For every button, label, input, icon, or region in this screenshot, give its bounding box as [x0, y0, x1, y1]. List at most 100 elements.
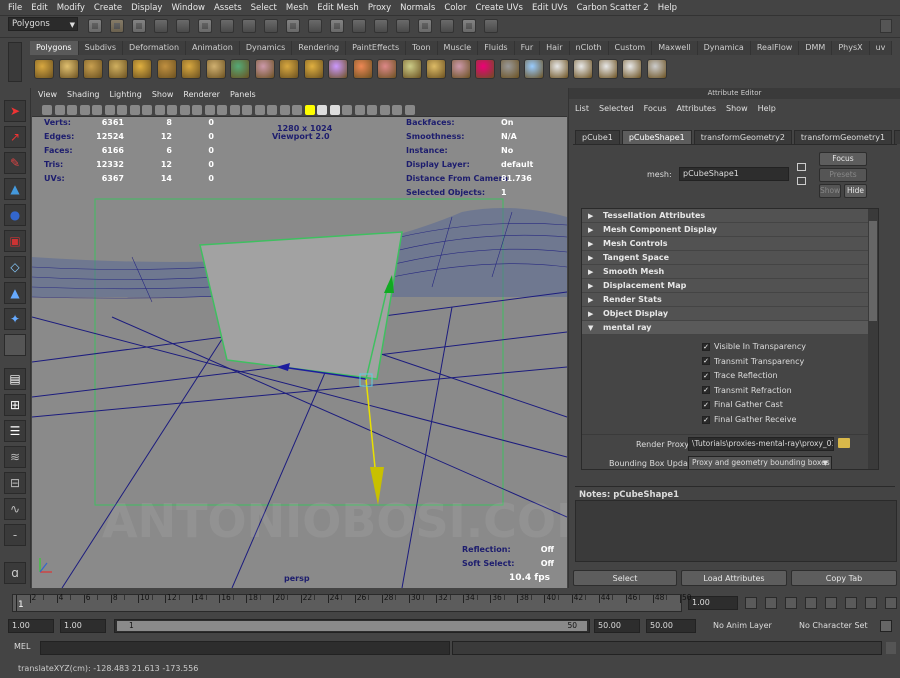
script-editor-icon[interactable]	[886, 642, 896, 654]
menu-edit[interactable]: Edit	[31, 3, 47, 13]
viewport-toolbar-icon[interactable]	[79, 105, 90, 115]
section-mesh-controls[interactable]: ▶ Mesh Controls	[582, 237, 878, 251]
viewport-toolbar-icon[interactable]	[292, 105, 302, 115]
menu-carbon-scatter-2[interactable]: Carbon Scatter 2	[577, 3, 649, 13]
viewport-menu-shading[interactable]: Shading	[67, 90, 100, 103]
viewport-toolbar-icon[interactable]	[392, 105, 402, 115]
shelf-tab-custom[interactable]: Custom	[608, 41, 653, 55]
shelf-tool-icon[interactable]	[524, 59, 544, 79]
render-proxy-field[interactable]: \Tutorials\proxies-mental-ray\proxy_01.m…	[688, 437, 834, 451]
anim-start-field[interactable]: 1.00	[8, 619, 54, 633]
menu-select[interactable]: Select	[251, 3, 277, 13]
go-to-input-icon[interactable]	[797, 163, 806, 171]
section-render-stats[interactable]: ▶ Render Stats	[582, 293, 878, 307]
status-tool-icon[interactable]	[176, 19, 190, 33]
viewport-toolbar-icon[interactable]	[329, 105, 340, 115]
viewport-menu-show[interactable]: Show	[152, 90, 174, 103]
menu-proxy[interactable]: Proxy	[368, 3, 391, 13]
shelf-tool-icon[interactable]	[401, 59, 422, 79]
viewport-toolbar-icon[interactable]	[104, 105, 115, 115]
viewport-toolbar-icon[interactable]	[117, 105, 127, 115]
shelf-tool-icon[interactable]	[205, 59, 226, 79]
menu-file[interactable]: File	[8, 3, 22, 13]
presets-button[interactable]: Presets	[819, 168, 867, 182]
shelf-tool-icon[interactable]	[450, 59, 471, 79]
shelf-tool-icon[interactable]	[622, 59, 642, 79]
shelf-tab-fur[interactable]: Fur	[514, 41, 541, 55]
menu-assets[interactable]: Assets	[214, 3, 242, 13]
shelf-tab-painteffects[interactable]: PaintEffects	[346, 41, 407, 55]
menu-color[interactable]: Color	[444, 3, 466, 13]
rotate-tool-icon[interactable]: ●	[4, 204, 26, 226]
viewport-toolbar-icon[interactable]	[279, 105, 290, 115]
menu-window[interactable]: Window	[171, 3, 205, 13]
shelf-tab-realflow[interactable]: RealFlow	[750, 41, 800, 55]
shelf-tool-icon[interactable]	[181, 59, 201, 79]
viewport-menu-panels[interactable]: Panels	[230, 90, 256, 103]
playback-end-field[interactable]: 50.00	[594, 619, 640, 633]
anim-end-field[interactable]: 50.00	[646, 619, 696, 633]
shelf-tool-icon[interactable]	[475, 59, 495, 79]
viewport-toolbar-icon[interactable]	[379, 105, 390, 115]
viewport-toolbar-icon[interactable]	[154, 105, 165, 115]
shelf-menu-button[interactable]	[8, 42, 22, 82]
shelf-tab-maxwell[interactable]: Maxwell	[652, 41, 698, 55]
shelf-tool-icon[interactable]	[279, 59, 299, 79]
section-object-display[interactable]: ▶ Object Display	[582, 307, 878, 321]
notes-field[interactable]	[575, 500, 897, 562]
viewport-toolbar-icon[interactable]	[42, 105, 52, 115]
preferences-icon[interactable]	[880, 620, 892, 632]
step-back-key-icon[interactable]	[765, 597, 777, 609]
show-button[interactable]: Show	[819, 184, 841, 198]
checkbox-checked-icon[interactable]: ✓	[702, 415, 710, 424]
shelf-tab-dmm[interactable]: DMM	[799, 41, 833, 55]
sections-scroll-thumb[interactable]	[869, 221, 877, 321]
single-pane-layout-icon[interactable]: ▤	[4, 368, 26, 390]
command-input[interactable]	[40, 641, 450, 655]
shelf-tab-physx[interactable]: PhysX	[832, 41, 870, 55]
go-to-output-icon[interactable]	[797, 177, 806, 185]
viewport-toolbar-icon[interactable]	[267, 105, 277, 115]
shelf-tab-deformation[interactable]: Deformation	[123, 41, 187, 55]
ae-tab-pcube1[interactable]: pCube1	[575, 130, 620, 144]
ae-menu-list[interactable]: List	[575, 104, 589, 113]
ae-menu-selected[interactable]: Selected	[599, 104, 634, 113]
manipulator-icon[interactable]: ◇	[4, 256, 26, 278]
viewport-menu-view[interactable]: View	[38, 90, 57, 103]
status-tool-icon[interactable]	[220, 19, 234, 33]
viewport-toolbar-icon[interactable]	[254, 105, 265, 115]
current-time-field[interactable]: 1.00	[688, 596, 738, 610]
ae-menu-help[interactable]: Help	[758, 104, 776, 113]
viewport-toolbar-icon[interactable]	[317, 105, 327, 115]
viewport-toolbar-icon[interactable]	[217, 105, 227, 115]
range-slider-handle[interactable]: 1 50	[117, 621, 587, 631]
shelf-tab-dynamica[interactable]: Dynamica	[697, 41, 751, 55]
mesh-name-field[interactable]: pCubeShape1	[679, 167, 789, 181]
menu-mesh[interactable]: Mesh	[286, 3, 308, 13]
status-tool-icon[interactable]	[396, 19, 410, 33]
sections-scrollbar[interactable]	[868, 209, 878, 469]
time-slider[interactable]: 1.00 1 2 4 6 8 10 12 14 16 18 20 22 24 26 28 30 32 34 36 38…	[0, 590, 900, 614]
shelf-tab-dynamics[interactable]: Dynamics	[239, 41, 293, 55]
shelf-tab-polygons[interactable]: Polygons	[30, 41, 79, 55]
section-tangent-space[interactable]: ▶ Tangent Space	[582, 251, 878, 265]
ae-tab-pcubeshape1[interactable]: pCubeShape1	[621, 130, 692, 144]
status-tool-icon[interactable]	[242, 19, 256, 33]
move-tool-icon[interactable]: ▲	[4, 178, 26, 200]
curve-layout-icon[interactable]: ∿	[4, 498, 26, 520]
viewport-toolbar-icon[interactable]	[67, 105, 77, 115]
shelf-tab-subdivs[interactable]: Subdivs	[78, 41, 124, 55]
section-mesh-component-display[interactable]: ▶ Mesh Component Display	[582, 223, 878, 237]
shelf-tab-fluids[interactable]: Fluids	[478, 41, 515, 55]
anim-layer-dropdown[interactable]: No Anim Layer	[700, 619, 782, 633]
ae-menu-show[interactable]: Show	[726, 104, 748, 113]
checkbox-row[interactable]: ✓ Visible In Transparency	[702, 342, 806, 351]
3d-viewport[interactable]: ANTONIOBOSI.COM Verts: 6361 8 0 Edges: 12524 1…	[32, 117, 567, 588]
graph-layout-icon[interactable]: ≋	[4, 446, 26, 468]
checkbox-row[interactable]: ✓ Transmit Refraction	[702, 386, 792, 395]
checkbox-checked-icon[interactable]: ✓	[702, 357, 710, 366]
ae-tab-transformgeometry1[interactable]: transformGeometry1	[793, 130, 893, 144]
script-language-label[interactable]: MEL	[14, 642, 30, 651]
hypershade-layout-icon[interactable]: ⊟	[4, 472, 26, 494]
status-tool-icon[interactable]	[440, 19, 454, 33]
